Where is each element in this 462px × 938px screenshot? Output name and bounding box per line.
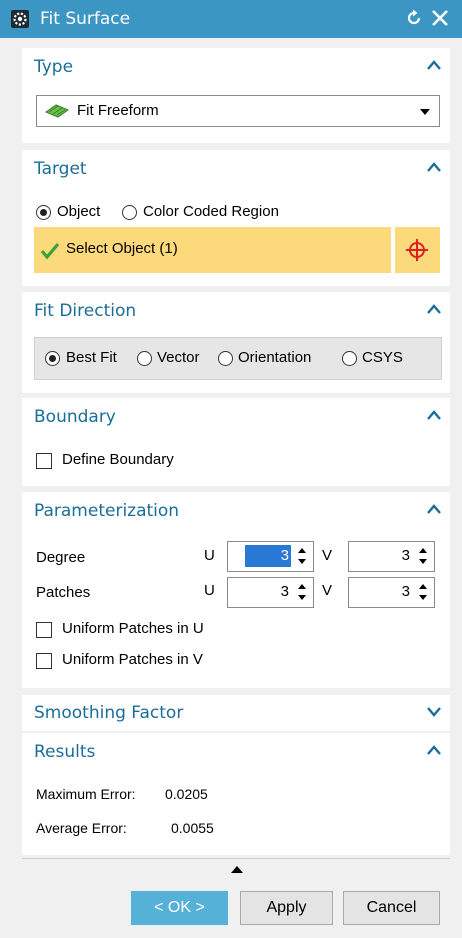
- boundary-group-title: Boundary: [34, 407, 116, 427]
- results-group-title: Results: [34, 742, 96, 762]
- degree-v-stepper[interactable]: 3: [348, 541, 435, 572]
- type-dropdown[interactable]: Fit Freeform: [36, 95, 440, 127]
- orientation-radio[interactable]: [218, 351, 233, 366]
- spin-up-icon[interactable]: [419, 584, 427, 589]
- average-error-label: Average Error:: [36, 820, 127, 836]
- best-fit-label: Best Fit: [66, 349, 117, 366]
- chevron-up-icon[interactable]: [427, 410, 441, 420]
- spin-down-icon[interactable]: [419, 595, 427, 600]
- smoothing-factor-group-title: Smoothing Factor: [34, 703, 184, 723]
- type-dropdown-value: Fit Freeform: [77, 102, 159, 119]
- gear-icon: [11, 10, 29, 28]
- degree-v-label: V: [322, 547, 333, 564]
- color-coded-region-radio[interactable]: [122, 205, 137, 220]
- chevron-up-icon[interactable]: [427, 304, 441, 314]
- patches-v-stepper[interactable]: 3: [348, 577, 435, 608]
- spin-up-icon[interactable]: [419, 548, 427, 553]
- type-group: Type Fit Freeform: [22, 48, 450, 143]
- csys-label: CSYS: [362, 349, 403, 366]
- patches-u-stepper[interactable]: 3: [227, 577, 314, 608]
- results-group: Results Maximum Error: 0.0205 Average Er…: [22, 733, 450, 855]
- best-fit-radio[interactable]: [45, 351, 60, 366]
- title-bar: Fit Surface: [0, 0, 462, 38]
- chevron-up-icon[interactable]: [427, 504, 441, 514]
- patches-v-label: V: [322, 582, 333, 599]
- maximum-error-value: 0.0205: [165, 786, 208, 802]
- object-radio[interactable]: [36, 205, 51, 220]
- checkmark-icon: [40, 242, 60, 260]
- spin-down-icon[interactable]: [419, 559, 427, 564]
- vector-label: Vector: [157, 349, 200, 366]
- reset-icon[interactable]: [404, 8, 424, 28]
- target-group: Target Object Color Coded Region Select …: [22, 150, 450, 286]
- degree-u-stepper[interactable]: 3: [227, 541, 314, 572]
- vector-radio[interactable]: [137, 351, 152, 366]
- chevron-up-icon[interactable]: [427, 745, 441, 755]
- type-group-title: Type: [34, 57, 74, 77]
- define-boundary-checkbox[interactable]: [36, 453, 52, 469]
- cancel-button[interactable]: Cancel: [343, 891, 440, 925]
- smoothing-factor-group[interactable]: Smoothing Factor: [22, 695, 450, 731]
- fit-direction-group-title: Fit Direction: [34, 301, 137, 321]
- select-point-button[interactable]: [395, 227, 440, 273]
- degree-u-label: U: [204, 547, 215, 564]
- patches-u-label: U: [204, 582, 215, 599]
- degree-v-value: 3: [401, 547, 410, 564]
- average-error-value: 0.0055: [171, 820, 214, 836]
- chevron-down-icon: [420, 109, 430, 115]
- chevron-up-icon[interactable]: [427, 60, 441, 70]
- ok-button[interactable]: < OK >: [131, 891, 228, 925]
- target-group-title: Target: [34, 159, 87, 179]
- dialog-title: Fit Surface: [40, 9, 131, 29]
- uniform-patches-u-label: Uniform Patches in U: [62, 620, 204, 637]
- boundary-group: Boundary Define Boundary: [22, 398, 450, 486]
- patches-v-value: 3: [401, 583, 410, 600]
- fit-direction-group: Fit Direction Best Fit Vector Orientatio…: [22, 292, 450, 393]
- crosshair-icon: [406, 239, 428, 261]
- uniform-patches-u-checkbox[interactable]: [36, 622, 52, 638]
- fit-direction-options: Best Fit Vector Orientation CSYS: [34, 337, 442, 380]
- object-radio-label: Object: [57, 203, 101, 220]
- uniform-patches-v-label: Uniform Patches in V: [62, 651, 203, 668]
- select-object-label: Select Object (1): [66, 240, 178, 257]
- parameterization-group: Parameterization Degree U 3 V 3 Patches …: [22, 492, 450, 688]
- apply-button[interactable]: Apply: [240, 891, 333, 925]
- csys-radio[interactable]: [342, 351, 357, 366]
- define-boundary-label: Define Boundary: [62, 451, 174, 468]
- select-object-field[interactable]: Select Object (1): [34, 227, 391, 273]
- color-coded-region-label: Color Coded Region: [143, 203, 279, 220]
- degree-u-value: 3: [244, 545, 291, 567]
- degree-label: Degree: [36, 549, 86, 566]
- orientation-label: Orientation: [238, 349, 312, 366]
- freeform-surface-icon: [45, 104, 69, 118]
- patches-label: Patches: [36, 584, 91, 601]
- maximum-error-label: Maximum Error:: [36, 786, 136, 802]
- spin-down-icon[interactable]: [298, 559, 306, 564]
- spin-down-icon[interactable]: [298, 595, 306, 600]
- expand-up-icon[interactable]: [231, 866, 243, 873]
- chevron-down-icon[interactable]: [427, 707, 441, 717]
- spin-up-icon[interactable]: [298, 548, 306, 553]
- more-options-expander[interactable]: [22, 858, 450, 881]
- uniform-patches-v-checkbox[interactable]: [36, 653, 52, 669]
- patches-u-value: 3: [280, 583, 289, 600]
- close-icon[interactable]: [430, 8, 450, 28]
- parameterization-group-title: Parameterization: [34, 501, 180, 521]
- spin-up-icon[interactable]: [298, 584, 306, 589]
- chevron-up-icon[interactable]: [427, 162, 441, 172]
